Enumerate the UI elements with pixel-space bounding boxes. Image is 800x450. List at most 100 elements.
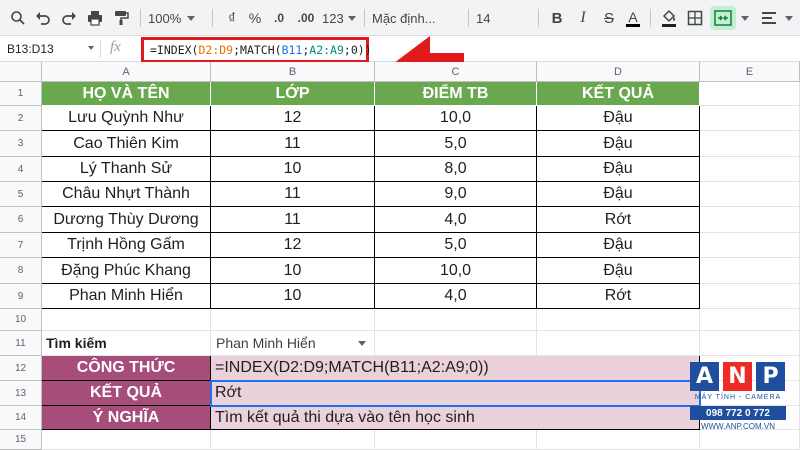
print-icon[interactable] bbox=[84, 6, 106, 30]
empty-cell[interactable] bbox=[211, 309, 375, 331]
table-data-cell[interactable]: 11 bbox=[211, 182, 375, 207]
table-data-cell[interactable]: Đậu bbox=[537, 182, 700, 207]
table-data-cell[interactable]: Rớt bbox=[537, 284, 700, 309]
search-menus-icon[interactable] bbox=[6, 6, 30, 30]
result-value-cell[interactable]: Rớt bbox=[211, 381, 700, 406]
table-data-cell[interactable]: 10 bbox=[211, 284, 375, 309]
percent-format-button[interactable]: % bbox=[244, 6, 266, 30]
result-value-cell[interactable]: =INDEX(D2:D9;MATCH(B11;A2:A9;0)) bbox=[211, 356, 700, 381]
table-data-cell[interactable]: Đậu bbox=[537, 106, 700, 131]
row-header-5[interactable]: 5 bbox=[0, 182, 42, 207]
result-label-cell[interactable]: KẾT QUẢ bbox=[42, 381, 211, 406]
table-data-cell[interactable]: 4,0 bbox=[375, 207, 537, 233]
row-header-14[interactable]: 14 bbox=[0, 406, 42, 430]
table-data-cell[interactable]: Lý Thanh Sử bbox=[42, 157, 211, 182]
select-all-corner[interactable] bbox=[0, 62, 42, 82]
empty-cell[interactable] bbox=[700, 157, 800, 182]
row-header-3[interactable]: 3 bbox=[0, 131, 42, 157]
table-data-cell[interactable]: Lưu Quỳnh Như bbox=[42, 106, 211, 131]
row-header-2[interactable]: 2 bbox=[0, 106, 42, 131]
table-data-cell[interactable]: 10,0 bbox=[375, 106, 537, 131]
table-data-cell[interactable]: 5,0 bbox=[375, 233, 537, 258]
row-header-13[interactable]: 13 bbox=[0, 381, 42, 406]
horizontal-align-icon[interactable] bbox=[758, 6, 780, 30]
column-header-a[interactable]: A bbox=[42, 62, 211, 82]
row-header-8[interactable]: 8 bbox=[0, 258, 42, 284]
table-data-cell[interactable]: Đậu bbox=[537, 157, 700, 182]
search-label-cell[interactable]: Tìm kiếm bbox=[42, 331, 211, 356]
zoom-select[interactable]: 100% bbox=[148, 6, 204, 30]
empty-cell[interactable] bbox=[700, 309, 800, 331]
table-data-cell[interactable]: 8,0 bbox=[375, 157, 537, 182]
row-header-1[interactable]: 1 bbox=[0, 82, 42, 106]
strikethrough-button[interactable]: S bbox=[598, 6, 620, 30]
table-data-cell[interactable]: 10,0 bbox=[375, 258, 537, 284]
empty-cell[interactable] bbox=[42, 309, 211, 331]
empty-cell[interactable] bbox=[375, 430, 537, 450]
row-header-4[interactable]: 4 bbox=[0, 157, 42, 182]
column-header-e[interactable]: E bbox=[700, 62, 800, 82]
font-size-select[interactable]: 14 bbox=[476, 6, 532, 30]
row-header-9[interactable]: 9 bbox=[0, 284, 42, 309]
row-header-11[interactable]: 11 bbox=[0, 331, 42, 356]
table-data-cell[interactable]: 11 bbox=[211, 207, 375, 233]
empty-cell[interactable] bbox=[700, 331, 800, 356]
decrease-decimal-button[interactable]: .0 bbox=[268, 6, 290, 30]
result-value-cell[interactable]: Tìm kết quả thi dựa vào tên học sinh bbox=[211, 406, 700, 430]
row-header-10[interactable]: 10 bbox=[0, 309, 42, 331]
more-formats-button[interactable]: 123 bbox=[322, 6, 358, 30]
column-header-b[interactable]: B bbox=[211, 62, 375, 82]
table-header-cell[interactable]: KẾT QUẢ bbox=[537, 82, 700, 106]
row-header-6[interactable]: 6 bbox=[0, 207, 42, 233]
table-header-cell[interactable]: LỚP bbox=[211, 82, 375, 106]
table-data-cell[interactable]: Cao Thiên Kim bbox=[42, 131, 211, 157]
empty-cell[interactable] bbox=[700, 182, 800, 207]
table-data-cell[interactable]: 9,0 bbox=[375, 182, 537, 207]
empty-cell[interactable] bbox=[537, 309, 700, 331]
table-data-cell[interactable]: 12 bbox=[211, 106, 375, 131]
column-header-d[interactable]: D bbox=[537, 62, 700, 82]
table-data-cell[interactable]: Rớt bbox=[537, 207, 700, 233]
text-color-button[interactable]: A bbox=[622, 6, 644, 30]
row-header-12[interactable]: 12 bbox=[0, 356, 42, 381]
table-data-cell[interactable]: Phan Minh Hiển bbox=[42, 284, 211, 309]
currency-format-button[interactable]: ₫ bbox=[220, 6, 244, 30]
italic-button[interactable]: I bbox=[572, 6, 594, 30]
formula-input[interactable]: =INDEX(D2:D9 ;MATCH(B11; A2:A9 ;0)) bbox=[141, 37, 372, 63]
empty-cell[interactable] bbox=[537, 430, 700, 450]
chevron-down-icon[interactable] bbox=[358, 341, 366, 346]
table-header-cell[interactable]: ĐIỂM TB bbox=[375, 82, 537, 106]
merge-cells-icon[interactable] bbox=[710, 6, 736, 30]
table-data-cell[interactable]: Trịnh Hồng Gấm bbox=[42, 233, 211, 258]
empty-cell[interactable] bbox=[375, 309, 537, 331]
table-data-cell[interactable]: Dương Thùy Dương bbox=[42, 207, 211, 233]
empty-cell[interactable] bbox=[375, 331, 537, 356]
chevron-down-icon[interactable] bbox=[88, 46, 94, 50]
empty-cell[interactable] bbox=[700, 258, 800, 284]
empty-cell[interactable] bbox=[211, 430, 375, 450]
empty-cell[interactable] bbox=[700, 233, 800, 258]
name-box[interactable]: B13:D13 bbox=[4, 39, 96, 59]
search-dropdown[interactable]: Phan Minh Hiển bbox=[211, 331, 375, 356]
result-label-cell[interactable]: CÔNG THỨC bbox=[42, 356, 211, 381]
redo-icon[interactable] bbox=[58, 6, 80, 30]
font-family-select[interactable]: Mặc định... bbox=[372, 6, 464, 30]
borders-icon[interactable] bbox=[684, 6, 706, 30]
table-data-cell[interactable]: 11 bbox=[211, 131, 375, 157]
empty-cell[interactable] bbox=[537, 331, 700, 356]
empty-cell[interactable] bbox=[700, 106, 800, 131]
table-header-cell[interactable]: HỌ VÀ TÊN bbox=[42, 82, 211, 106]
table-data-cell[interactable]: Đậu bbox=[537, 258, 700, 284]
table-data-cell[interactable]: 5,0 bbox=[375, 131, 537, 157]
result-label-cell[interactable]: Ý NGHĨA bbox=[42, 406, 211, 430]
row-header-15[interactable]: 15 bbox=[0, 430, 42, 450]
empty-cell[interactable] bbox=[700, 207, 800, 233]
table-data-cell[interactable]: 4,0 bbox=[375, 284, 537, 309]
table-data-cell[interactable]: 10 bbox=[211, 258, 375, 284]
paint-format-icon[interactable] bbox=[110, 6, 132, 30]
empty-cell[interactable] bbox=[42, 430, 211, 450]
chevron-down-icon[interactable] bbox=[738, 6, 752, 30]
bold-button[interactable]: B bbox=[546, 6, 568, 30]
column-header-c[interactable]: C bbox=[375, 62, 537, 82]
chevron-down-icon[interactable] bbox=[782, 6, 796, 30]
